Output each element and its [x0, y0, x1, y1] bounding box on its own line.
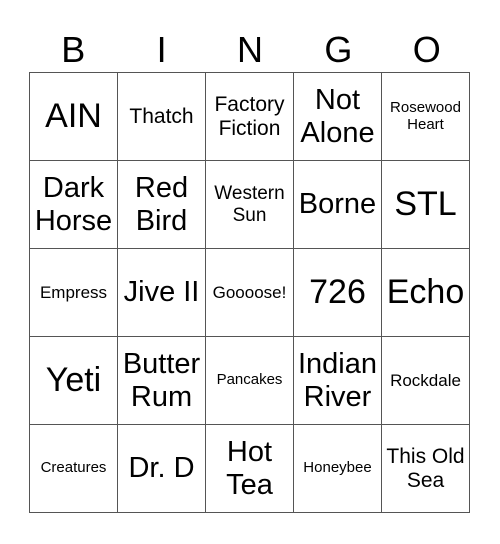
bingo-cell[interactable]: Hot Tea [206, 425, 294, 513]
bingo-cell[interactable]: Echo [382, 249, 470, 337]
bingo-cell[interactable]: Thatch [118, 73, 206, 161]
bingo-cell[interactable]: Rosewood Heart [382, 73, 470, 161]
bingo-cell[interactable]: Borne [294, 161, 382, 249]
bingo-cell[interactable]: Dark Horse [30, 161, 118, 249]
bingo-cell[interactable]: Yeti [30, 337, 118, 425]
bingo-cell[interactable]: Dr. D [118, 425, 206, 513]
bingo-cell[interactable]: Jive II [118, 249, 206, 337]
bingo-cell[interactable]: Indian River [294, 337, 382, 425]
bingo-cell[interactable]: Butter Rum [118, 337, 206, 425]
header-letter-o: O [412, 29, 441, 70]
bingo-cell[interactable]: Empress [30, 249, 118, 337]
bingo-cell[interactable]: Pancakes [206, 337, 294, 425]
bingo-header: B I N G O [29, 28, 471, 72]
bingo-cell[interactable]: Western Sun [206, 161, 294, 249]
bingo-cell[interactable]: Honeybee [294, 425, 382, 513]
header-letter-i: I [156, 29, 167, 70]
bingo-cell[interactable]: Not Alone [294, 73, 382, 161]
bingo-cell[interactable]: Rockdale [382, 337, 470, 425]
header-letter-b: B [61, 29, 86, 70]
header-letter-n: N [236, 29, 263, 70]
bingo-card-grid: AIN Thatch Factory Fiction Not Alone Rosewoo… [29, 72, 470, 513]
bingo-cell[interactable]: STL [382, 161, 470, 249]
bingo-cell[interactable]: Factory Fiction [206, 73, 294, 161]
bingo-cell[interactable]: 726 [294, 249, 382, 337]
header-letter-g: G [324, 29, 353, 70]
bingo-cell[interactable]: This Old Sea [382, 425, 470, 513]
bingo-cell[interactable]: Creatures [30, 425, 118, 513]
bingo-cell[interactable]: AIN [30, 73, 118, 161]
bingo-cell[interactable]: Red Bird [118, 161, 206, 249]
bingo-cell[interactable]: Goooose! [206, 249, 294, 337]
